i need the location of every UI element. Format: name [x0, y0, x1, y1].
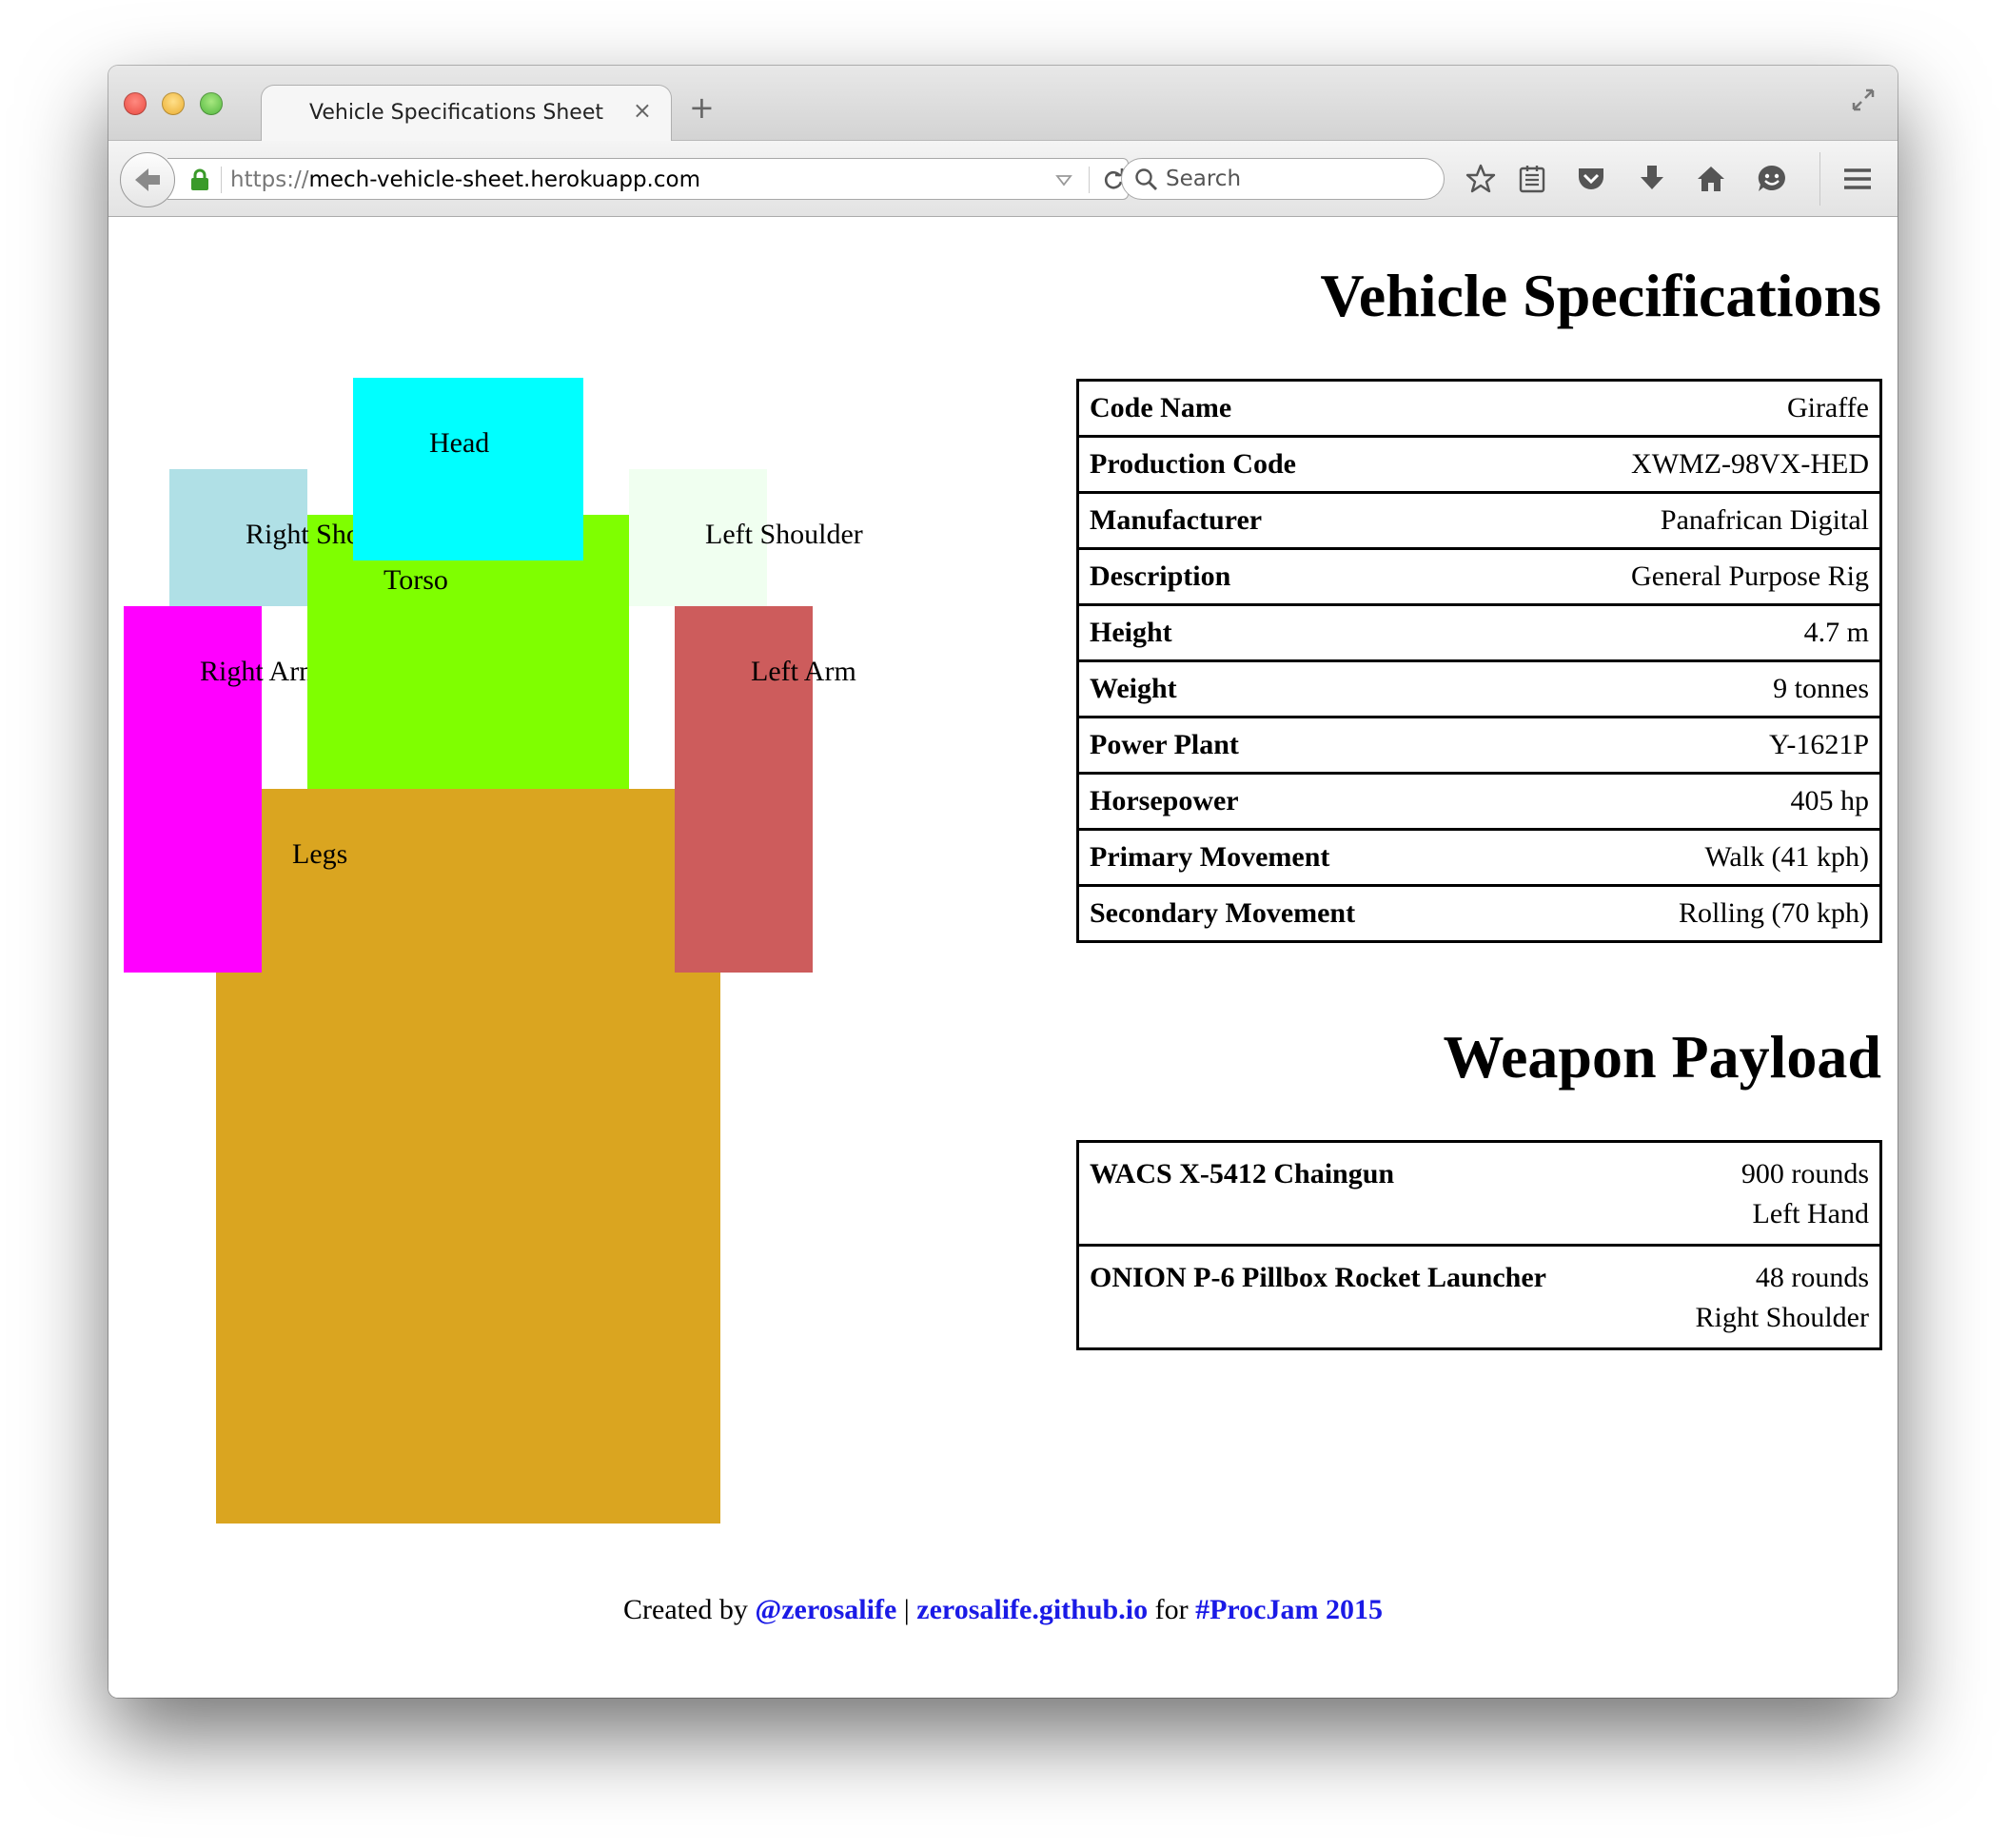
table-row: Primary Movement Walk (41 kph)	[1077, 828, 1881, 886]
back-button[interactable]	[120, 152, 175, 207]
menu-icon[interactable]	[1840, 162, 1875, 196]
new-tab-button[interactable]: +	[689, 92, 715, 123]
weapon-mount: Left Hand	[1752, 1198, 1869, 1229]
footer-for: for	[1154, 1594, 1189, 1625]
mech-part-head: Head	[353, 378, 583, 560]
spec-value: 4.7 m	[1499, 603, 1881, 661]
table-row: Description General Purpose Rig	[1077, 547, 1881, 605]
home-icon[interactable]	[1694, 162, 1728, 196]
search-icon	[1135, 168, 1157, 190]
spec-value: Giraffe	[1786, 392, 1869, 423]
spec-label: Power Plant	[1077, 716, 1500, 774]
window-zoom-button[interactable]	[200, 92, 223, 115]
spec-value: 9 tonnes	[1499, 659, 1881, 718]
spec-label: Production Code	[1077, 435, 1500, 493]
mech-part-left-arm: Left Arm	[675, 606, 856, 973]
table-row: Secondary Movement Rolling (70 kph)	[1077, 884, 1881, 942]
lock-icon	[191, 168, 208, 190]
author-link[interactable]: @zerosalife	[755, 1594, 896, 1625]
weapons-heading: Weapon Payload	[1443, 1023, 1881, 1091]
part-label: Legs	[292, 838, 348, 870]
site-link[interactable]: zerosalife.github.io	[916, 1594, 1148, 1625]
table-row: WACS X-5412 Chaingun 900 rounds Left Han…	[1078, 1142, 1881, 1246]
window-minimize-button[interactable]	[162, 92, 185, 115]
window-close-button[interactable]	[124, 92, 147, 115]
table-row: Code Name Giraffe	[1078, 381, 1881, 437]
table-row: Weight 9 tonnes	[1077, 659, 1881, 718]
table-row: ONION P-6 Pillbox Rocket Launcher 48 rou…	[1077, 1244, 1881, 1349]
table-row: Height 4.7 m	[1077, 603, 1881, 661]
spec-value: Panafrican Digital	[1499, 491, 1881, 549]
mech-part-legs: Legs	[216, 789, 720, 1524]
reading-list-icon[interactable]	[1515, 162, 1549, 196]
url-text[interactable]: https://mech-vehicle-sheet.herokuapp.com	[230, 167, 700, 192]
reload-separator	[1089, 167, 1090, 193]
spec-value: 405 hp	[1499, 772, 1881, 830]
weapon-ammo: 48 rounds	[1755, 1262, 1869, 1293]
mech-part-right-arm: Right Arm	[124, 606, 322, 973]
search-input[interactable]	[1166, 164, 1423, 194]
spec-value: Walk (41 kph)	[1499, 828, 1881, 886]
search-bar[interactable]	[1121, 158, 1445, 200]
url-host: mech-vehicle-sheet.herokuapp.com	[308, 167, 700, 192]
spec-label: Code Name	[1090, 392, 1232, 423]
footer-separator: |	[903, 1594, 910, 1625]
spec-label: Primary Movement	[1077, 828, 1500, 886]
weapon-name: ONION P-6 Pillbox Rocket Launcher	[1077, 1244, 1648, 1349]
part-label: Left Arm	[751, 656, 856, 687]
pocket-icon[interactable]	[1574, 162, 1608, 196]
event-link[interactable]: #ProcJam 2015	[1195, 1594, 1383, 1625]
mech-part-right-shoulder: Right Shoulder	[169, 469, 420, 606]
part-label: Right Arm	[200, 656, 322, 687]
weapon-ammo: 900 rounds	[1740, 1158, 1869, 1189]
footer: Created by @zerosalife | zerosalife.gith…	[108, 1594, 1898, 1626]
weapons-table: WACS X-5412 Chaingun 900 rounds Left Han…	[1076, 1140, 1882, 1350]
tab-bar: Vehicle Specifications Sheet × +	[108, 66, 1898, 142]
download-icon[interactable]	[1635, 162, 1669, 196]
url-scheme: https://	[230, 167, 309, 192]
spec-label: Secondary Movement	[1077, 884, 1500, 942]
table-row: Production Code XWMZ-98VX-HED	[1077, 435, 1881, 493]
url-bar[interactable]: https://mech-vehicle-sheet.herokuapp.com	[167, 158, 1129, 200]
spec-value: XWMZ-98VX-HED	[1499, 435, 1881, 493]
weapon-details: 900 rounds Left Hand	[1647, 1142, 1880, 1246]
spec-label: Weight	[1077, 659, 1500, 718]
tab-title: Vehicle Specifications Sheet	[309, 101, 603, 125]
weapon-mount: Right Shoulder	[1695, 1302, 1869, 1333]
specs-heading: Vehicle Specifications	[1320, 262, 1881, 329]
tab-close-icon[interactable]: ×	[633, 97, 652, 124]
page-content: Legs Right Arm Left Arm Torso Right Shou…	[108, 217, 1898, 1698]
tab-active[interactable]: Vehicle Specifications Sheet ×	[261, 85, 672, 142]
weapon-name: WACS X-5412 Chaingun	[1090, 1158, 1395, 1189]
mech-part-left-shoulder: Left Shoulder	[629, 469, 863, 606]
spec-label: Description	[1077, 547, 1500, 605]
nav-toolbar: https://mech-vehicle-sheet.herokuapp.com	[108, 141, 1898, 217]
spec-value: General Purpose Rig	[1499, 547, 1881, 605]
table-row: Power Plant Y-1621P	[1077, 716, 1881, 774]
part-label: Torso	[384, 564, 448, 596]
specs-table: Code Name Giraffe Production Code XWMZ-98V…	[1076, 379, 1882, 943]
weapon-details: 48 rounds Right Shoulder	[1647, 1244, 1881, 1349]
spec-label: Height	[1077, 603, 1500, 661]
back-arrow-icon	[135, 168, 160, 191]
browser-window: Vehicle Specifications Sheet × + https:/…	[108, 66, 1898, 1698]
part-label: Head	[429, 427, 490, 459]
part-label: Left Shoulder	[705, 519, 863, 550]
hello-chat-icon[interactable]	[1755, 162, 1789, 196]
url-separator	[221, 167, 222, 193]
spec-value: Rolling (70 kph)	[1499, 884, 1881, 942]
table-row: Horsepower 405 hp	[1077, 772, 1881, 830]
url-dropdown-icon[interactable]	[1052, 168, 1075, 191]
fullscreen-icon[interactable]	[1850, 87, 1877, 113]
spec-label: Manufacturer	[1077, 491, 1500, 549]
footer-prefix: Created by	[623, 1594, 748, 1625]
toolbar-divider	[1819, 152, 1820, 206]
spec-label: Horsepower	[1077, 772, 1500, 830]
table-row: Manufacturer Panafrican Digital	[1077, 491, 1881, 549]
spec-value: Y-1621P	[1499, 716, 1881, 774]
bookmark-star-icon[interactable]	[1464, 162, 1498, 196]
